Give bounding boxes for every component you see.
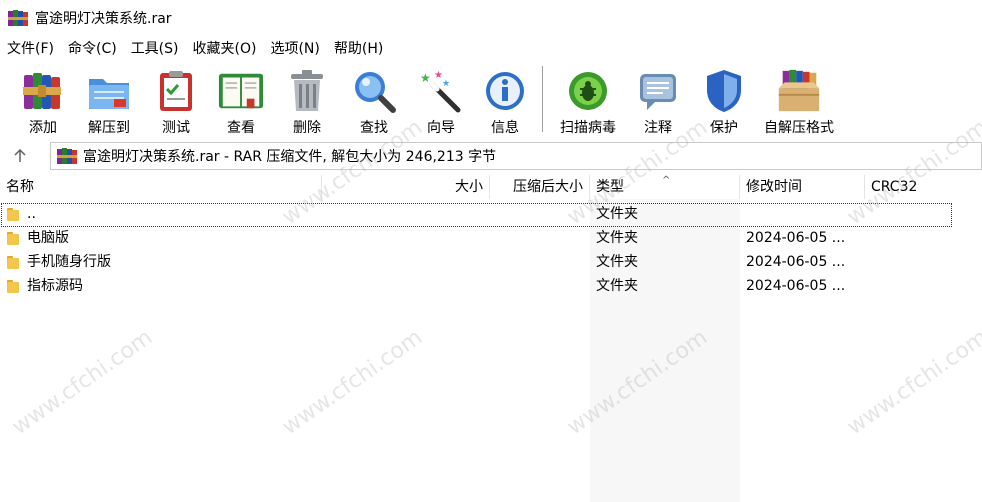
column-crc32[interactable]: CRC32 (865, 175, 982, 199)
file-name: 指标源码 (27, 278, 83, 294)
file-type: 文件夹 (596, 254, 638, 270)
scan-virus-label: 扫描病毒 (560, 120, 616, 136)
info-icon (481, 67, 529, 115)
path-field[interactable]: 富途明灯决策系统.rar - RAR 压缩文件, 解包大小为 246,213 字… (50, 142, 982, 170)
sfx-label: 自解压格式 (764, 120, 834, 136)
winrar-app-icon[interactable] (8, 9, 28, 27)
folder-icon (7, 231, 19, 245)
comment-button[interactable]: 注释 (627, 62, 689, 138)
menu-help[interactable]: 帮助(H) (327, 37, 390, 61)
wizard-button[interactable]: ★ ★ ★ 向导 (408, 62, 474, 138)
find-button[interactable]: 查找 (340, 62, 408, 138)
up-arrow-icon[interactable] (0, 140, 40, 172)
address-bar: 富途明灯决策系统.rar - RAR 压缩文件, 解包大小为 246,213 字… (0, 140, 982, 172)
protect-label: 保护 (710, 120, 738, 136)
folder-icon (7, 279, 19, 293)
file-type: 文件夹 (596, 230, 638, 246)
rar-archive-icon (57, 147, 77, 165)
svg-text:★: ★ (420, 71, 431, 85)
toolbar: 添加 解压到 测试 查看 删除 查找 ★ ★ ★ 向导 信息 扫描病毒 注释 保… (0, 62, 982, 138)
info-label: 信息 (491, 120, 519, 136)
file-rows: .. 文件夹 电脑版 文件夹 2024-06-05 ... 手机随身行版 文件夹… (0, 202, 982, 298)
file-list: 名称 大小 压缩后大小 类型 ^ 修改时间 CRC32 .. 文件夹 电脑版 文… (0, 175, 982, 502)
file-type: 文件夹 (596, 278, 638, 294)
trash-can-icon (283, 67, 331, 115)
file-row-parent[interactable]: .. 文件夹 (0, 202, 982, 227)
column-type[interactable]: 类型 ^ (590, 175, 740, 199)
column-modified[interactable]: 修改时间 (740, 175, 865, 199)
file-mtime (740, 202, 865, 226)
menu-tools[interactable]: 工具(S) (124, 37, 186, 61)
svg-text:★: ★ (442, 79, 450, 89)
toolbar-separator (542, 66, 543, 132)
menu-file[interactable]: 文件(F) (0, 37, 61, 61)
menu-favorites[interactable]: 收藏夹(O) (186, 37, 264, 61)
find-label: 查找 (360, 120, 388, 136)
file-mtime: 2024-06-05 ... (746, 230, 846, 246)
delete-button[interactable]: 删除 (274, 62, 340, 138)
column-type-label: 类型 (596, 179, 624, 195)
file-type: 文件夹 (596, 206, 638, 222)
column-name[interactable]: 名称 (0, 175, 322, 199)
file-mtime: 2024-06-05 ... (746, 278, 846, 294)
scan-virus-button[interactable]: 扫描病毒 (549, 62, 627, 138)
file-row[interactable]: 手机随身行版 文件夹 2024-06-05 ... (0, 250, 982, 274)
folder-icon (7, 255, 19, 269)
open-book-icon (217, 67, 265, 115)
view-button[interactable]: 查看 (208, 62, 274, 138)
test-label: 测试 (162, 120, 190, 136)
magnifier-icon (350, 67, 398, 115)
menu-options[interactable]: 选项(N) (263, 37, 326, 61)
extract-label: 解压到 (88, 120, 130, 136)
folder-icon (7, 207, 19, 221)
archive-info-text: 富途明灯决策系统.rar - RAR 压缩文件, 解包大小为 246,213 字… (83, 149, 497, 165)
sort-ascending-icon: ^ (662, 175, 671, 186)
column-header: 名称 大小 压缩后大小 类型 ^ 修改时间 CRC32 (0, 175, 982, 199)
clipboard-check-icon (152, 67, 200, 115)
extract-button[interactable]: 解压到 (74, 62, 144, 138)
folder-extract-icon (85, 67, 133, 115)
sfx-button[interactable]: 自解压格式 (759, 62, 839, 138)
comment-label: 注释 (644, 120, 672, 136)
file-mtime: 2024-06-05 ... (746, 254, 846, 270)
books-add-icon (19, 67, 67, 115)
add-label: 添加 (29, 120, 57, 136)
column-packed-size[interactable]: 压缩后大小 (490, 175, 590, 199)
view-label: 查看 (227, 120, 255, 136)
shield-icon (700, 67, 748, 115)
column-size[interactable]: 大小 (322, 175, 490, 199)
box-books-icon (775, 67, 823, 115)
wizard-label: 向导 (427, 120, 455, 136)
title-bar: 富途明灯决策系统.rar (0, 0, 982, 36)
file-row[interactable]: 指标源码 文件夹 2024-06-05 ... (0, 274, 982, 298)
file-name: .. (27, 206, 36, 222)
magic-wand-icon: ★ ★ ★ (417, 67, 465, 115)
file-name: 电脑版 (27, 230, 69, 246)
menu-commands[interactable]: 命令(C) (61, 37, 124, 61)
file-row[interactable]: 电脑版 文件夹 2024-06-05 ... (0, 226, 982, 250)
file-name: 手机随身行版 (27, 254, 111, 270)
delete-label: 删除 (293, 120, 321, 136)
test-button[interactable]: 测试 (144, 62, 208, 138)
comment-icon (634, 67, 682, 115)
virus-scan-icon (564, 67, 612, 115)
menu-bar: 文件(F) 命令(C) 工具(S) 收藏夹(O) 选项(N) 帮助(H) (0, 37, 390, 61)
window-title: 富途明灯决策系统.rar (35, 11, 172, 27)
protect-button[interactable]: 保护 (689, 62, 759, 138)
add-button[interactable]: 添加 (12, 62, 74, 138)
info-button[interactable]: 信息 (474, 62, 536, 138)
